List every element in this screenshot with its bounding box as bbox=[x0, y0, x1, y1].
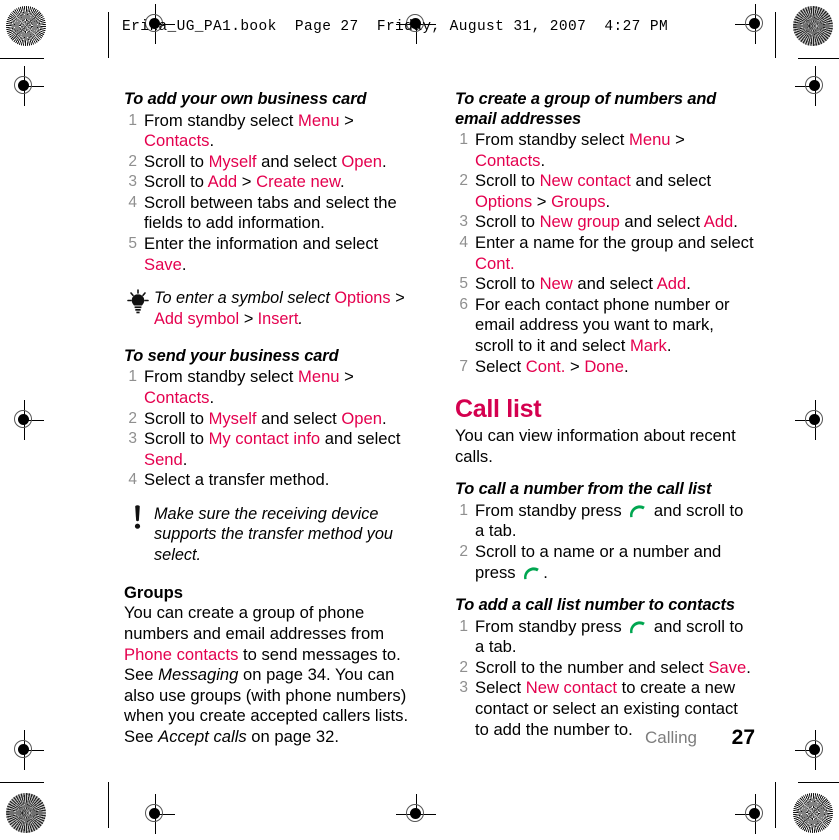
procedure-title-call-number: To call a number from the call list bbox=[455, 480, 712, 499]
procedure-title-add-business-card: To add your own business card bbox=[124, 90, 367, 108]
exclamation-icon bbox=[126, 505, 150, 531]
call-key-icon bbox=[628, 619, 647, 633]
call-key-icon bbox=[628, 503, 647, 518]
tip-callout-symbol: To enter a symbol select Options > Add s… bbox=[124, 288, 424, 329]
step-item: Scroll to My contact info and select Sen… bbox=[124, 429, 401, 469]
step-item: Scroll to New and select Add. bbox=[455, 274, 691, 294]
step-item: Enter a name for the group and select Co… bbox=[455, 232, 754, 273]
step-item: From standby select Menu > Contacts. bbox=[124, 110, 354, 151]
step-item: Scroll to New group and select Add. bbox=[455, 212, 738, 232]
step-item: Scroll to the number and select Save. bbox=[455, 657, 751, 678]
footer-chapter-label: Calling bbox=[645, 728, 697, 747]
tip-callout-text: To enter a symbol select Options > Add s… bbox=[154, 289, 405, 328]
procedure-title-create-group: To create a group of numbers and email a… bbox=[455, 90, 717, 128]
step-item: Select a transfer method. bbox=[124, 470, 330, 490]
step-item: Scroll to Myself and select Open. bbox=[124, 151, 387, 172]
subsection-heading-groups: Groups bbox=[124, 582, 184, 602]
procedure-title-add-call-list-number: To add a call list number to contacts bbox=[455, 596, 735, 615]
steps-create-group: From standby select Menu > Contacts. Scro… bbox=[455, 130, 755, 377]
page-footer: Calling 27 bbox=[455, 726, 755, 754]
step-item: From standby press and scroll to a tab. bbox=[455, 500, 744, 541]
steps-add-business-card: From standby select Menu > Contacts. Scro… bbox=[124, 111, 424, 276]
note-callout-transfer-method: Make sure the receiving device supports … bbox=[124, 504, 424, 565]
left-column: To add your own business card From stand… bbox=[124, 90, 424, 748]
footer-page-number: 27 bbox=[731, 726, 755, 749]
call-key-icon bbox=[522, 565, 541, 579]
section-heading-call-list: Call list bbox=[455, 395, 542, 424]
step-item: For each contact phone number or email a… bbox=[455, 294, 730, 355]
call-list-body-text: You can view information about recent ca… bbox=[455, 426, 736, 466]
steps-send-business-card: From standby select Menu > Contacts. Scro… bbox=[124, 367, 424, 491]
steps-call-number: From standby press and scroll to a tab. S… bbox=[455, 501, 755, 583]
step-item: Enter the information and select Save. bbox=[124, 234, 379, 274]
step-item: Scroll to New contact and select Options… bbox=[455, 171, 712, 211]
page-content: To add your own business card From stand… bbox=[0, 0, 839, 840]
groups-body-text: You can create a group of phone numbers … bbox=[124, 603, 409, 746]
step-item: Select Cont. > Done. bbox=[455, 356, 629, 377]
step-item: From standby select Menu > Contacts. bbox=[124, 367, 354, 407]
step-item: From standby select Menu > Contacts. bbox=[455, 130, 685, 170]
right-column: To create a group of numbers and email a… bbox=[455, 90, 755, 740]
steps-add-call-list-number: From standby press and scroll to a tab. S… bbox=[455, 617, 755, 741]
step-item: Scroll to Myself and select Open. bbox=[124, 408, 387, 429]
procedure-title-send-business-card: To send your business card bbox=[124, 346, 339, 365]
step-item: Scroll between tabs and select the field… bbox=[124, 192, 397, 233]
note-callout-text: Make sure the receiving device supports … bbox=[154, 504, 393, 564]
step-item: Scroll to Add > Create new. bbox=[124, 172, 345, 192]
step-item: From standby press and scroll to a tab. bbox=[455, 616, 744, 657]
lightbulb-icon bbox=[126, 289, 150, 315]
step-item: Scroll to a name or a number and press . bbox=[455, 542, 722, 582]
